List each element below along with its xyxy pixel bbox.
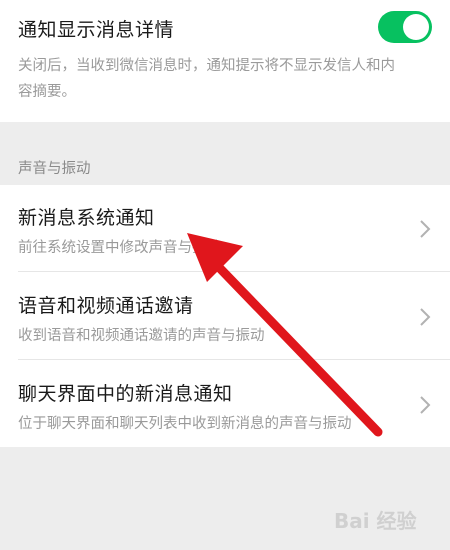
chevron-right-icon [420, 220, 431, 238]
notification-detail-card: 通知显示消息详情 关闭后，当收到微信消息时，通知提示将不显示发信人和内 容摘要。 [0, 0, 450, 122]
chevron-right-icon [420, 396, 431, 414]
list-item-call-invitation[interactable]: 语音和视频通话邀请 收到语音和视频通话邀请的声音与振动 [0, 273, 450, 360]
notification-detail-title: 通知显示消息详情 [18, 19, 175, 41]
notification-detail-description-line1: 关闭后，当收到微信消息时，通知提示将不显示发信人和内 [18, 58, 395, 74]
sound-vibration-list: 新消息系统通知 前往系统设置中修改声音与振动 语音和视频通话邀请 收到语音和视频… [0, 185, 450, 447]
list-item-new-message-system-notification[interactable]: 新消息系统通知 前往系统设置中修改声音与振动 [0, 185, 450, 272]
list-item-title: 新消息系统通知 [18, 207, 155, 229]
list-item-chat-new-message-notification[interactable]: 聊天界面中的新消息通知 位于聊天界面和聊天列表中收到新消息的声音与振动 [0, 361, 450, 448]
chevron-right-icon [420, 308, 431, 326]
toggle-knob [403, 14, 429, 40]
list-item-subtitle: 前往系统设置中修改声音与振动 [18, 240, 221, 256]
notification-detail-toggle[interactable] [378, 11, 432, 43]
list-item-subtitle: 收到语音和视频通话邀请的声音与振动 [18, 328, 265, 344]
section-header-sound-vibration: 声音与振动 [18, 161, 91, 177]
divider [18, 359, 450, 360]
list-item-title: 聊天界面中的新消息通知 [18, 383, 233, 405]
watermark-text: Bai 经验 [334, 509, 417, 533]
list-item-subtitle: 位于聊天界面和聊天列表中收到新消息的声音与振动 [18, 416, 352, 432]
notification-detail-description-line2: 容摘要。 [18, 84, 76, 100]
list-item-title: 语音和视频通话邀请 [18, 295, 194, 317]
baidu-jingyan-watermark-icon: Bai 经验 [334, 509, 417, 533]
divider [18, 271, 450, 272]
